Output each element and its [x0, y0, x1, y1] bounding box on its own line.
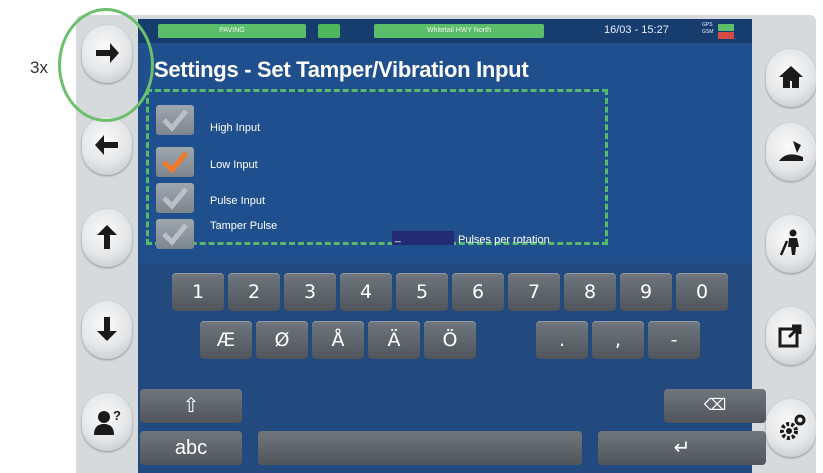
- key[interactable]: 2: [228, 273, 280, 311]
- check-icon: [162, 187, 188, 210]
- paver-icon: [779, 141, 803, 161]
- previous-button[interactable]: [82, 117, 132, 175]
- high-input-label: High Input: [210, 122, 261, 134]
- mode-indicator: PAVING: [158, 24, 306, 38]
- space-key[interactable]: [258, 431, 582, 465]
- low-input-label: Low Input: [210, 159, 258, 171]
- key[interactable]: 7: [508, 273, 560, 311]
- datetime: 16/03 - 15:27: [604, 24, 669, 36]
- key[interactable]: .: [536, 321, 588, 359]
- key[interactable]: -: [648, 321, 700, 359]
- arrow-down-icon: [97, 317, 117, 341]
- settings-icon: [780, 414, 806, 440]
- gps-status: [718, 24, 734, 31]
- key[interactable]: 1: [172, 273, 224, 311]
- gsm-status: [718, 32, 734, 39]
- tamper-pulse-checkbox[interactable]: [156, 219, 194, 249]
- gps-gsm-labels: GPS GSM: [702, 22, 718, 36]
- highlight-ring: [58, 8, 154, 122]
- key[interactable]: Æ: [200, 321, 252, 359]
- status-indicator: [318, 24, 340, 38]
- key[interactable]: ,: [592, 321, 644, 359]
- worker-button[interactable]: [766, 215, 816, 273]
- device-frame: ? PAVING Whitetail HWY North 16/03 - 15:…: [76, 15, 816, 473]
- pulses-label: Pulses per rotation: [458, 234, 550, 246]
- pulses-input[interactable]: _: [392, 231, 454, 245]
- svg-text:?: ?: [113, 408, 121, 423]
- home-button[interactable]: [766, 49, 816, 107]
- key[interactable]: 6: [452, 273, 504, 311]
- key[interactable]: Ö: [424, 321, 476, 359]
- up-button[interactable]: [82, 209, 132, 267]
- arrow-up-icon: [97, 225, 117, 249]
- paver-button[interactable]: [766, 123, 816, 181]
- screen: PAVING Whitetail HWY North 16/03 - 15:27…: [138, 19, 766, 473]
- key[interactable]: 9: [620, 273, 672, 311]
- page-title: Settings - Set Tamper/Vibration Input: [154, 57, 529, 82]
- worker-icon: [779, 229, 799, 256]
- check-icon: [162, 151, 188, 174]
- key[interactable]: 5: [396, 273, 448, 311]
- settings-button[interactable]: [766, 399, 816, 457]
- pulse-input-checkbox[interactable]: [156, 183, 194, 213]
- key[interactable]: 4: [340, 273, 392, 311]
- backspace-key[interactable]: ⌫: [664, 389, 766, 423]
- export-icon: [778, 324, 802, 348]
- enter-key[interactable]: ↵: [598, 431, 766, 465]
- check-icon: [162, 109, 188, 132]
- low-input-checkbox[interactable]: [156, 147, 194, 177]
- help-person-icon: ?: [94, 408, 121, 435]
- location-indicator: Whitetail HWY North: [374, 24, 544, 38]
- status-bar: PAVING Whitetail HWY North 16/03 - 15:27…: [138, 19, 752, 43]
- abc-key[interactable]: abc: [140, 431, 242, 465]
- help-button[interactable]: ?: [82, 393, 132, 451]
- key[interactable]: 0: [676, 273, 728, 311]
- key[interactable]: 8: [564, 273, 616, 311]
- pulse-input-label: Pulse Input: [210, 195, 266, 207]
- home-icon: [779, 66, 803, 88]
- tamper-pulse-label: Tamper Pulse: [210, 220, 278, 232]
- gsm-label: GSM: [702, 29, 714, 35]
- key[interactable]: Å: [312, 321, 364, 359]
- export-button[interactable]: [766, 307, 816, 365]
- down-button[interactable]: [82, 301, 132, 359]
- high-input-checkbox[interactable]: [156, 105, 194, 135]
- gps-label: GPS: [702, 22, 713, 28]
- key[interactable]: Ä: [368, 321, 420, 359]
- key[interactable]: 3: [284, 273, 336, 311]
- shift-key[interactable]: ⇧: [140, 389, 242, 423]
- arrow-left-icon: [95, 135, 118, 155]
- annotation-label: 3x: [30, 58, 48, 77]
- check-icon: [162, 223, 188, 246]
- key[interactable]: Ø: [256, 321, 308, 359]
